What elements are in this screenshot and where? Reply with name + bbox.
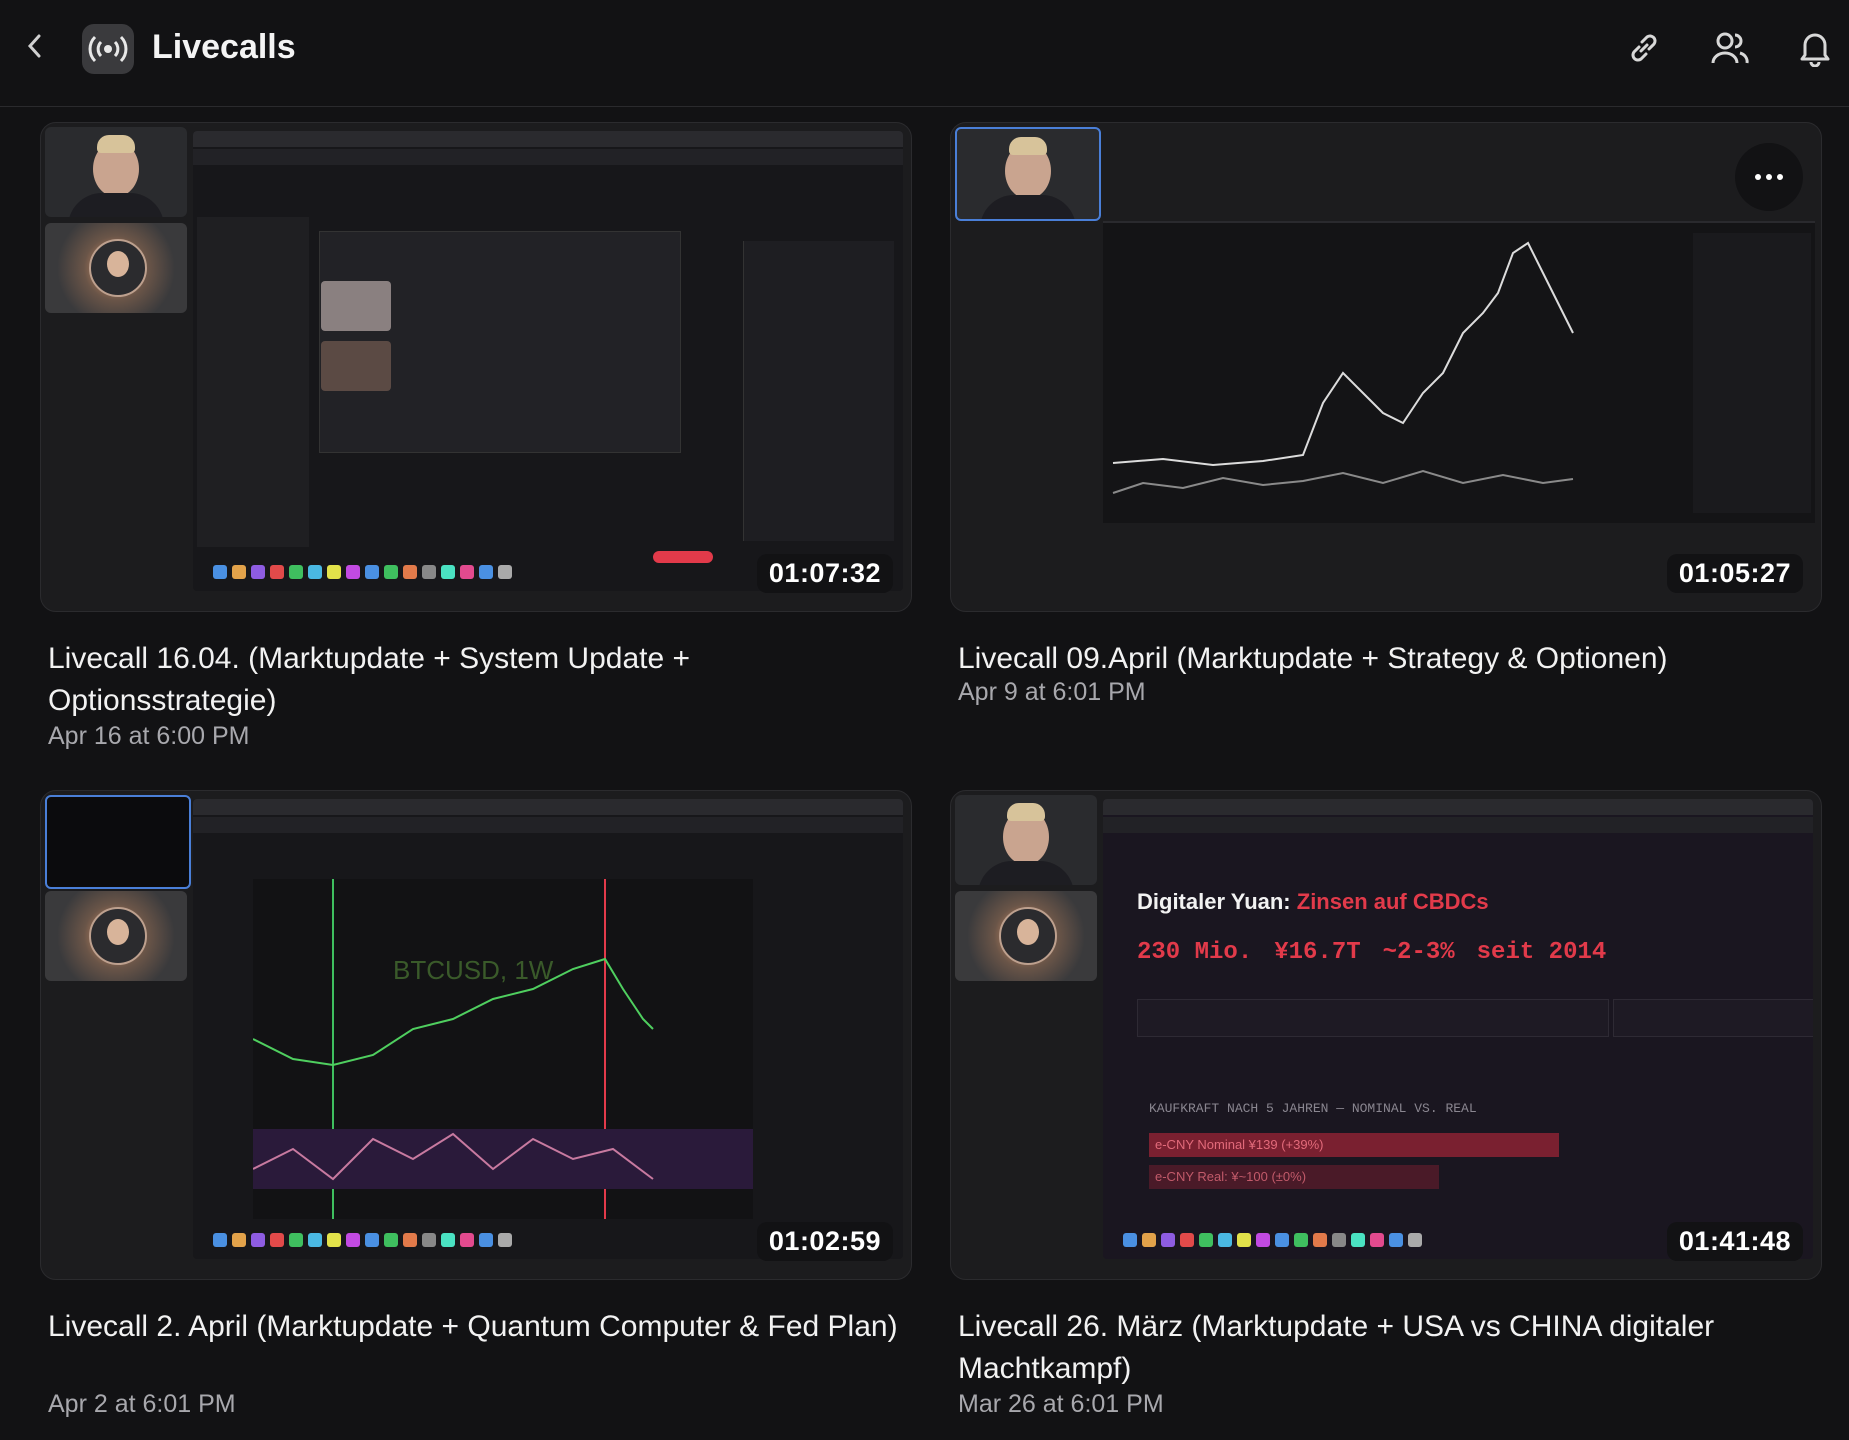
notifications-button[interactable] (1791, 24, 1839, 72)
video-duration: 01:05:27 (1666, 554, 1803, 593)
participant-video (955, 127, 1101, 221)
video-thumbnail[interactable]: 01:07:32 (40, 122, 912, 612)
stat-value: seit 2014 (1476, 939, 1607, 966)
stat-value: ¥16.7T (1274, 939, 1361, 966)
link-icon (1631, 34, 1657, 62)
slide-heading: Digitaler Yuan: Zinsen auf CBDCs (1137, 889, 1489, 914)
app-icon (82, 24, 134, 74)
copy-link-button[interactable] (1620, 24, 1668, 72)
chevron-left-icon (27, 34, 41, 58)
livecall-date: Mar 26 at 6:01 PM (958, 1390, 1164, 1418)
video-thumbnail[interactable]: BTCUSD, 1W 01:02:59 (40, 790, 912, 1280)
livecall-date: Apr 16 at 6:00 PM (48, 722, 250, 750)
livecall-card[interactable]: Digitaler Yuan: Zinsen auf CBDCs 230 Mio… (950, 790, 1822, 1430)
broadcast-icon (88, 35, 128, 63)
livecall-card[interactable]: 01:05:27 Livecall 09.April (Marktupdate … (950, 122, 1822, 722)
bell-icon (1800, 33, 1830, 67)
slide-stats: 230 Mio. ¥16.7T ~2-3% seit 2014 (1137, 939, 1606, 966)
video-duration: 01:02:59 (756, 1222, 893, 1261)
back-button[interactable] (24, 30, 56, 66)
participant-video (955, 795, 1097, 885)
livecall-date: Apr 2 at 6:01 PM (48, 1390, 236, 1418)
screen-share-preview (193, 131, 903, 591)
participant-avatar (955, 891, 1097, 981)
more-options-button[interactable] (1735, 143, 1803, 211)
livecall-date: Apr 9 at 6:01 PM (958, 678, 1146, 706)
livecall-title[interactable]: Livecall 16.04. (Marktupdate + System Up… (48, 638, 908, 722)
more-horizontal-icon (1755, 174, 1783, 180)
screen-share-preview: BTCUSD, 1W (193, 799, 903, 1259)
users-icon (1711, 32, 1749, 64)
video-thumbnail[interactable]: 01:05:27 (950, 122, 1822, 612)
nominal-bar: e-CNY Nominal ¥139 (+39%) (1149, 1133, 1559, 1157)
participant-video (45, 795, 191, 889)
stat-value: ~2-3% (1382, 939, 1455, 966)
video-duration: 01:07:32 (756, 554, 893, 593)
slide-section-title: KAUFKRAFT NACH 5 JAHREN — NOMINAL VS. RE… (1149, 1101, 1477, 1116)
livecall-title[interactable]: Livecall 2. April (Marktupdate + Quantum… (48, 1306, 908, 1348)
page-title: Livecalls (152, 28, 296, 66)
video-thumbnail[interactable]: Digitaler Yuan: Zinsen auf CBDCs 230 Mio… (950, 790, 1822, 1280)
participant-avatar (45, 223, 187, 313)
trading-chart-preview (1103, 223, 1815, 523)
livecall-card[interactable]: BTCUSD, 1W 01:02:59 Livecall 2. April (M… (40, 790, 912, 1430)
livecall-title[interactable]: Livecall 26. März (Marktupdate + USA vs … (958, 1306, 1818, 1390)
livecall-card[interactable]: 01:07:32 Livecall 16.04. (Marktupdate + … (40, 122, 912, 762)
video-duration: 01:41:48 (1666, 1222, 1803, 1261)
screen-share-preview: Digitaler Yuan: Zinsen auf CBDCs 230 Mio… (1103, 799, 1813, 1259)
stat-value: 230 Mio. (1137, 939, 1253, 966)
members-button[interactable] (1706, 24, 1754, 72)
real-bar: e-CNY Real: ¥~100 (±0%) (1149, 1165, 1439, 1189)
btc-chart-preview: BTCUSD, 1W (253, 879, 753, 1219)
top-bar: Livecalls (0, 0, 1849, 107)
chart-watermark: BTCUSD, 1W (393, 955, 554, 985)
participant-video (45, 127, 187, 217)
livecall-title[interactable]: Livecall 09.April (Marktupdate + Strateg… (958, 638, 1818, 680)
participant-avatar (45, 891, 187, 981)
